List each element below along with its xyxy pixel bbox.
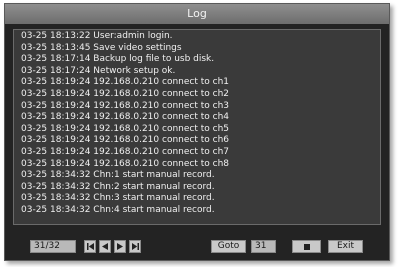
- log-entry: 03-25 18:19:24 192.168.0.210 connect to …: [21, 100, 230, 111]
- goto-button[interactable]: Goto: [211, 240, 246, 253]
- goto-page-input[interactable]: 31: [251, 240, 276, 253]
- first-page-button[interactable]: [84, 240, 96, 253]
- next-page-button[interactable]: [114, 240, 126, 253]
- window-title: Log: [5, 4, 389, 24]
- log-entry: 03-25 18:13:22 User:admin login.: [21, 31, 173, 41]
- exit-button[interactable]: Exit: [328, 240, 363, 253]
- log-entry: 03-25 18:19:24 192.168.0.210 connect to …: [21, 135, 230, 146]
- stop-icon: [303, 243, 310, 250]
- log-list: 03-25 18:13:22 User:admin login. 03-25 18…: [21, 31, 229, 217]
- page-indicator: 31/32: [30, 240, 76, 253]
- log-entry: 03-25 18:34:32 Chn:2 start manual record…: [21, 181, 215, 192]
- log-entry: 03-25 18:19:24 192.168.0.210 connect to …: [21, 77, 230, 88]
- log-window: Log 03-25 18:13:22 User:admin login. 03-2…: [4, 3, 390, 261]
- last-page-icon: [131, 243, 139, 250]
- next-page-icon: [117, 243, 123, 250]
- log-panel[interactable]: 03-25 18:13:22 User:admin login. 03-25 18…: [13, 29, 381, 225]
- log-entry: 03-25 18:34:32 Chn:1 start manual record…: [21, 170, 215, 181]
- log-entry: 03-25 18:34:32 Chn:3 start manual record…: [21, 193, 215, 204]
- first-page-icon: [86, 243, 94, 250]
- log-entry: 03-25 18:17:24 Network setup ok.: [21, 65, 176, 76]
- log-entry: 03-25 18:19:24 192.168.0.210 connect to …: [21, 158, 230, 169]
- log-entry: 03-25 18:19:24 192.168.0.210 connect to …: [21, 88, 230, 99]
- log-entry: 03-25 18:19:24 192.168.0.210 connect to …: [21, 123, 230, 134]
- log-entry: 03-25 18:34:32 Chn:4 start manual record…: [21, 204, 215, 215]
- stop-button[interactable]: [292, 240, 321, 253]
- log-entry: 03-25 18:19:24 192.168.0.210 connect to …: [21, 112, 230, 123]
- prev-page-icon: [102, 243, 108, 250]
- last-page-button[interactable]: [129, 240, 141, 253]
- log-entry: 03-25 18:13:45 Save video settings: [21, 42, 182, 53]
- log-entry: 03-25 18:19:24 192.168.0.210 connect to …: [21, 146, 230, 157]
- log-entry: 03-25 18:17:14 Backup log file to usb di…: [21, 54, 215, 65]
- prev-page-button[interactable]: [99, 240, 111, 253]
